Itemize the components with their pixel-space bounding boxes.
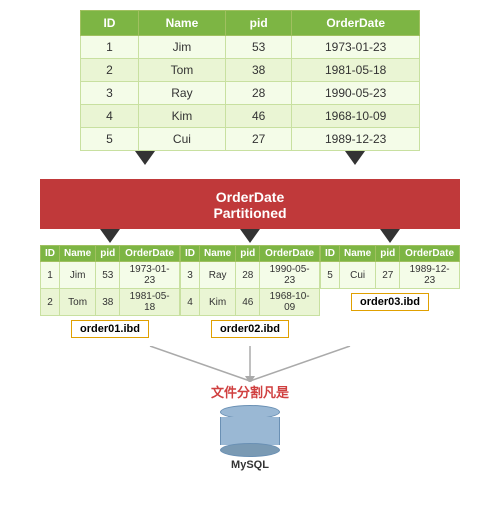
small-table-cell: 1989-12-23 [400,262,460,289]
small-table-cell: 5 [321,262,340,289]
small-table-cell: Kim [200,289,236,316]
small-table-cell: 2 [41,289,60,316]
arrow-down-2 [240,229,260,243]
small-table-header-cell: OrderDate [400,246,460,262]
main-table-cell: 27 [225,128,291,151]
small-table-header-cell: OrderDate [120,246,180,262]
small-table-cell: 38 [96,289,120,316]
main-table-cell: 1990-05-23 [292,82,420,105]
main-table-header-cell: pid [225,11,291,36]
main-table-row: 1Jim531973-01-23 [81,36,420,59]
mysql-cylinder: MySQL [220,405,280,471]
main-table-cell: 5 [81,128,139,151]
small-table-header-cell: ID [41,246,60,262]
main-table-cell: 1989-12-23 [292,128,420,151]
small-table-header-cell: ID [181,246,200,262]
main-table-cell: Kim [138,105,225,128]
main-table-header-cell: OrderDate [292,11,420,36]
banner-arrows [40,229,460,243]
main-table-cell: 4 [81,105,139,128]
main-table-cell: Ray [138,82,225,105]
small-table-header-cell: OrderDate [260,246,320,262]
small-table-cell: Tom [60,289,96,316]
main-table: IDNamepidOrderDate 1Jim531973-01-232Tom3… [80,10,420,151]
small-table-cell: Ray [200,262,236,289]
small-table-cell: 4 [181,289,200,316]
small-table-header-cell: Name [60,246,96,262]
small-table-header-cell: pid [96,246,120,262]
main-table-cell: 1968-10-09 [292,105,420,128]
main-table-cell: 28 [225,82,291,105]
top-section: IDNamepidOrderDate 1Jim531973-01-232Tom3… [0,0,500,151]
small-table-cell: 28 [236,262,260,289]
main-table-header-cell: ID [81,11,139,36]
main-table-cell: 1973-01-23 [292,36,420,59]
main-table-cell: Cui [138,128,225,151]
main-table-cell: Jim [138,36,225,59]
small-table-row: 4Kim461968-10-09 [181,289,320,316]
main-table-cell: 3 [81,82,139,105]
small-table-cell: 1990-05-23 [260,262,320,289]
main-table-row: 5Cui271989-12-23 [81,128,420,151]
small-table-row: 3Ray281990-05-23 [181,262,320,289]
small-table-header-cell: Name [340,246,376,262]
small-table-wrap-order02: IDNamepidOrderDate3Ray281990-05-234Kim46… [180,245,320,338]
main-table-body: 1Jim531973-01-232Tom381981-05-183Ray2819… [81,36,420,151]
small-table-cell: 3 [181,262,200,289]
main-table-row: 2Tom381981-05-18 [81,59,420,82]
mysql-label: MySQL [231,459,269,471]
file-label-order03: order03.ibd [351,293,429,311]
arrow-down-3 [380,229,400,243]
main-table-header: IDNamepidOrderDate [81,11,420,36]
connector-label: 文件分割凡是 [211,382,289,401]
small-table-cell: 1981-05-18 [120,289,180,316]
small-table-cell: 46 [236,289,260,316]
file-label-order02: order02.ibd [211,320,289,338]
partition-banner: OrderDate Partitioned [40,179,460,229]
main-table-row: 4Kim461968-10-09 [81,105,420,128]
connector-area: 文件分割凡是 MySQL [0,346,500,471]
arrow-down-left [135,151,155,165]
small-table-wrap-order03: IDNamepidOrderDate5Cui271989-12-23order0… [320,245,460,338]
main-table-cell: Tom [138,59,225,82]
small-table-order02: IDNamepidOrderDate3Ray281990-05-234Kim46… [180,245,320,316]
small-table-row: 1Jim531973-01-23 [41,262,180,289]
main-table-cell: 53 [225,36,291,59]
small-table-wrap-order01: IDNamepidOrderDate1Jim531973-01-232Tom38… [40,245,180,338]
file-label-order01: order01.ibd [71,320,149,338]
small-table-header-cell: pid [236,246,260,262]
small-table-cell: 1 [41,262,60,289]
arrow-down-1 [100,229,120,243]
small-table-header-cell: Name [200,246,236,262]
small-table-row: 2Tom381981-05-18 [41,289,180,316]
small-table-cell: Cui [340,262,376,289]
small-table-header-cell: ID [321,246,340,262]
main-table-cell: 38 [225,59,291,82]
small-tables-row: IDNamepidOrderDate1Jim531973-01-232Tom38… [40,245,460,338]
partition-label-line2: Partitioned [40,205,460,221]
small-table-cell: Jim [60,262,96,289]
main-table-header-cell: Name [138,11,225,36]
main-table-cell: 1981-05-18 [292,59,420,82]
small-table-row: 5Cui271989-12-23 [321,262,460,289]
cylinder-body [220,417,280,445]
small-table-cell: 53 [96,262,120,289]
arrow-down-right [345,151,365,165]
main-table-cell: 46 [225,105,291,128]
small-table-header-cell: pid [376,246,400,262]
connector-svg [100,346,400,382]
cylinder-bottom [220,443,280,457]
main-table-cell: 1 [81,36,139,59]
top-arrows [40,151,460,165]
small-table-cell: 1968-10-09 [260,289,320,316]
partition-label-line1: OrderDate [40,189,460,205]
main-table-row: 3Ray281990-05-23 [81,82,420,105]
main-table-cell: 2 [81,59,139,82]
small-table-order03: IDNamepidOrderDate5Cui271989-12-23 [320,245,460,289]
small-table-cell: 27 [376,262,400,289]
small-table-cell: 1973-01-23 [120,262,180,289]
small-table-order01: IDNamepidOrderDate1Jim531973-01-232Tom38… [40,245,180,316]
